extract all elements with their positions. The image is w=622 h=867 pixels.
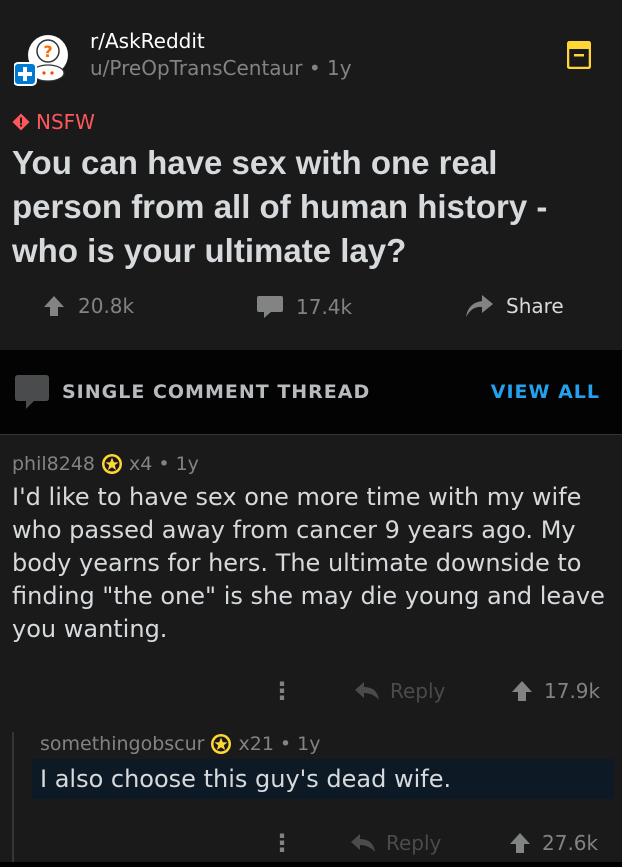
reply-comment-vote-count: 27.6k	[542, 831, 599, 855]
reply-button[interactable]: Reply	[354, 679, 445, 703]
post-card: ? r/AskReddit u/PreOpTransCentaur • 1y N…	[0, 3, 622, 350]
post-meta: u/PreOpTransCentaur • 1y	[90, 56, 352, 80]
post-author[interactable]: u/PreOpTransCentaur	[90, 56, 302, 80]
award-star-icon	[211, 734, 232, 754]
subreddit-avatar-icon[interactable]: ?	[14, 29, 74, 89]
reply-comment-actions: ⋮ Reply 27.6k	[0, 827, 622, 867]
reply-comment-age: 1y	[297, 733, 321, 755]
share-button[interactable]: Share	[464, 294, 564, 318]
more-options-icon[interactable]: ⋮	[270, 829, 294, 857]
award-count: x4	[129, 453, 153, 475]
upvote-count: 20.8k	[78, 294, 135, 318]
meta-separator: •	[308, 56, 327, 80]
nsfw-label: NSFW	[36, 110, 95, 134]
comment-count: 17.4k	[296, 295, 353, 319]
reply-award-count: x21	[238, 733, 274, 755]
post-age: 1y	[326, 56, 352, 80]
comment-area: phil8248 x4 • 1y I'd like to have sex one …	[0, 435, 622, 862]
comment-vote-count: 17.9k	[544, 679, 601, 703]
reply-comment-vote[interactable]: 27.6k	[508, 831, 598, 855]
share-label: Share	[506, 294, 564, 318]
single-comment-thread-bar: SINGLE COMMENT THREAD VIEW ALL	[0, 350, 622, 435]
comment-header: phil8248 x4 • 1y	[12, 453, 199, 475]
thread-label: SINGLE COMMENT THREAD	[62, 381, 371, 403]
comment-bubble-icon	[257, 296, 283, 318]
reply-arrow-icon	[355, 682, 379, 700]
reply-comment-body: I also choose this guy's dead wife.	[40, 765, 452, 793]
more-options-icon[interactable]: ⋮	[270, 677, 294, 705]
upvote-arrow-icon[interactable]	[510, 679, 534, 703]
upvote-button[interactable]: 20.8k	[42, 294, 134, 318]
upvote-arrow-icon[interactable]	[42, 294, 66, 318]
comment-thread-icon	[15, 375, 49, 409]
save-bookmark-icon[interactable]	[567, 41, 591, 69]
reply-arrow-icon	[351, 834, 375, 852]
nsfw-tag: NSFW	[12, 110, 95, 134]
svg-text:?: ?	[43, 42, 52, 61]
comment-separator: •	[158, 453, 170, 475]
subreddit-name[interactable]: r/AskReddit	[90, 29, 205, 53]
share-arrow-icon	[466, 295, 493, 317]
comment-actions: ⋮ Reply 17.9k	[0, 675, 622, 715]
reply-label: Reply	[386, 831, 442, 855]
upvote-arrow-icon[interactable]	[508, 831, 532, 855]
comment-vote[interactable]: 17.9k	[510, 679, 600, 703]
nsfw-warning-icon	[12, 113, 30, 131]
reply-button[interactable]: Reply	[350, 831, 441, 855]
view-all-button[interactable]: VIEW ALL	[491, 381, 600, 403]
comments-button[interactable]: 17.4k	[256, 294, 352, 320]
comment-age: 1y	[175, 453, 199, 475]
reply-comment-author[interactable]: somethingobscur	[40, 733, 204, 755]
comment-author[interactable]: phil8248	[12, 453, 95, 475]
award-star-icon	[102, 454, 123, 474]
comment-body: I'd like to have sex one more time with …	[12, 483, 605, 643]
post-title[interactable]: You can have sex with one real person fr…	[12, 141, 602, 273]
reply-comment-header: somethingobscur x21 • 1y	[40, 733, 320, 755]
reply-label: Reply	[390, 679, 446, 703]
comment-separator: •	[279, 733, 292, 755]
